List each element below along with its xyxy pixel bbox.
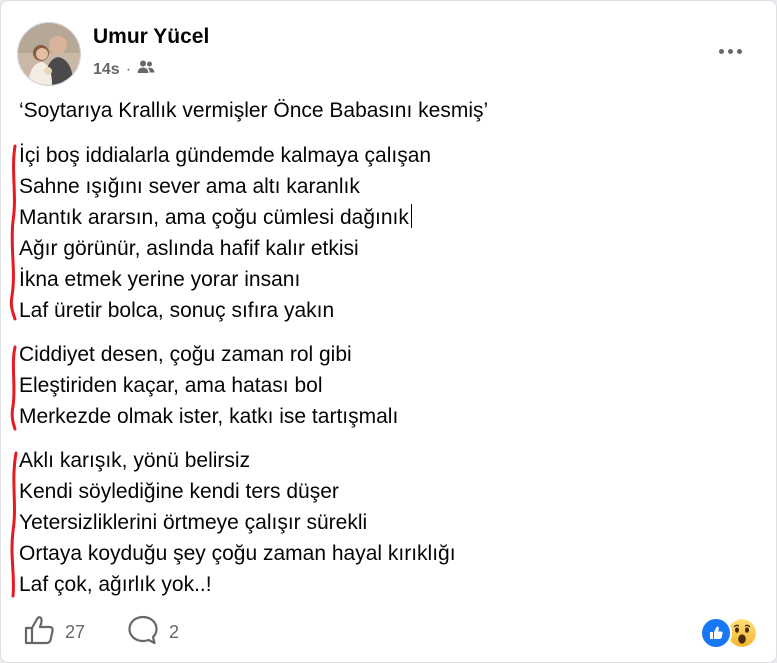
more-dot-icon	[718, 48, 724, 54]
poem-line: İçi boş iddialarla gündemde kalmaya çalı…	[19, 144, 432, 167]
poem-line: Laf çok, ağırlık yok..!	[19, 573, 212, 596]
meta-separator: ·	[125, 60, 132, 78]
post-footer: 27 2	[1, 609, 776, 654]
poem-line: Mantık ararsın, ama çoğu cümlesi dağınık	[19, 202, 431, 233]
stanza-2: Ciddiyet desen, çoğu zaman rol gibi Eleş…	[19, 339, 398, 432]
poem-line: Aklı karışık, yönü belirsiz	[19, 449, 251, 472]
like-button[interactable]: 27	[23, 615, 85, 650]
poem-line: Eleştiriden kaçar, ama hatası bol	[19, 374, 323, 397]
poem-line: Ortaya koyduğu şey çoğu zaman hayal kırı…	[19, 542, 456, 565]
reaction-summary[interactable]	[700, 617, 758, 649]
author-name[interactable]: Umur Yücel	[93, 25, 209, 49]
red-bracket-mark	[10, 451, 18, 598]
more-dot-icon	[736, 48, 742, 54]
like-reaction-icon	[700, 617, 732, 649]
poem-line: Sahne ışığını sever ama altı karanlık	[19, 175, 360, 198]
post-title: ‘Soytarıya Krallık vermişler Önce Babası…	[19, 99, 489, 122]
poem-line: İkna etmek yerine yorar insanı	[19, 268, 301, 291]
more-dot-icon	[727, 48, 733, 54]
post-meta: 14s ·	[93, 59, 155, 80]
text-cursor	[410, 204, 412, 228]
more-options-button[interactable]	[714, 39, 746, 63]
post-timestamp[interactable]: 14s	[93, 61, 120, 79]
poem-line: Ciddiyet desen, çoğu zaman rol gibi	[19, 343, 352, 366]
red-bracket-mark	[10, 345, 17, 431]
poem-line: Yetersizliklerini örtmeye çalışır sürekl…	[19, 511, 368, 534]
stanza-1: İçi boş iddialarla gündemde kalmaya çalı…	[19, 140, 431, 326]
friends-icon[interactable]	[137, 59, 155, 80]
poem-line: Laf üretir bolca, sonuç sıfıra yakın	[19, 299, 335, 322]
poem-line: Merkezde olmak ister, katkı ise tartışma…	[19, 405, 399, 428]
comment-button[interactable]: 2	[127, 615, 179, 650]
stanza-3: Aklı karışık, yönü belirsiz Kendi söyled…	[19, 445, 456, 600]
thumbs-up-icon	[23, 615, 55, 650]
post-card: Umur Yücel 14s · ‘Soytarıya Krallık verm…	[0, 0, 777, 663]
like-count: 27	[65, 622, 86, 642]
comment-bubble-icon	[127, 615, 159, 650]
poem-line-text: Mantık ararsın, ama çoğu cümlesi dağınık	[19, 206, 409, 229]
poem-line: Ağır görünür, aslında hafif kalır etkisi	[19, 237, 359, 260]
poem-line: Kendi söylediğine kendi ters düşer	[19, 480, 339, 503]
red-bracket-mark	[9, 144, 17, 321]
comment-count: 2	[169, 622, 180, 642]
author-avatar[interactable]	[17, 22, 81, 86]
